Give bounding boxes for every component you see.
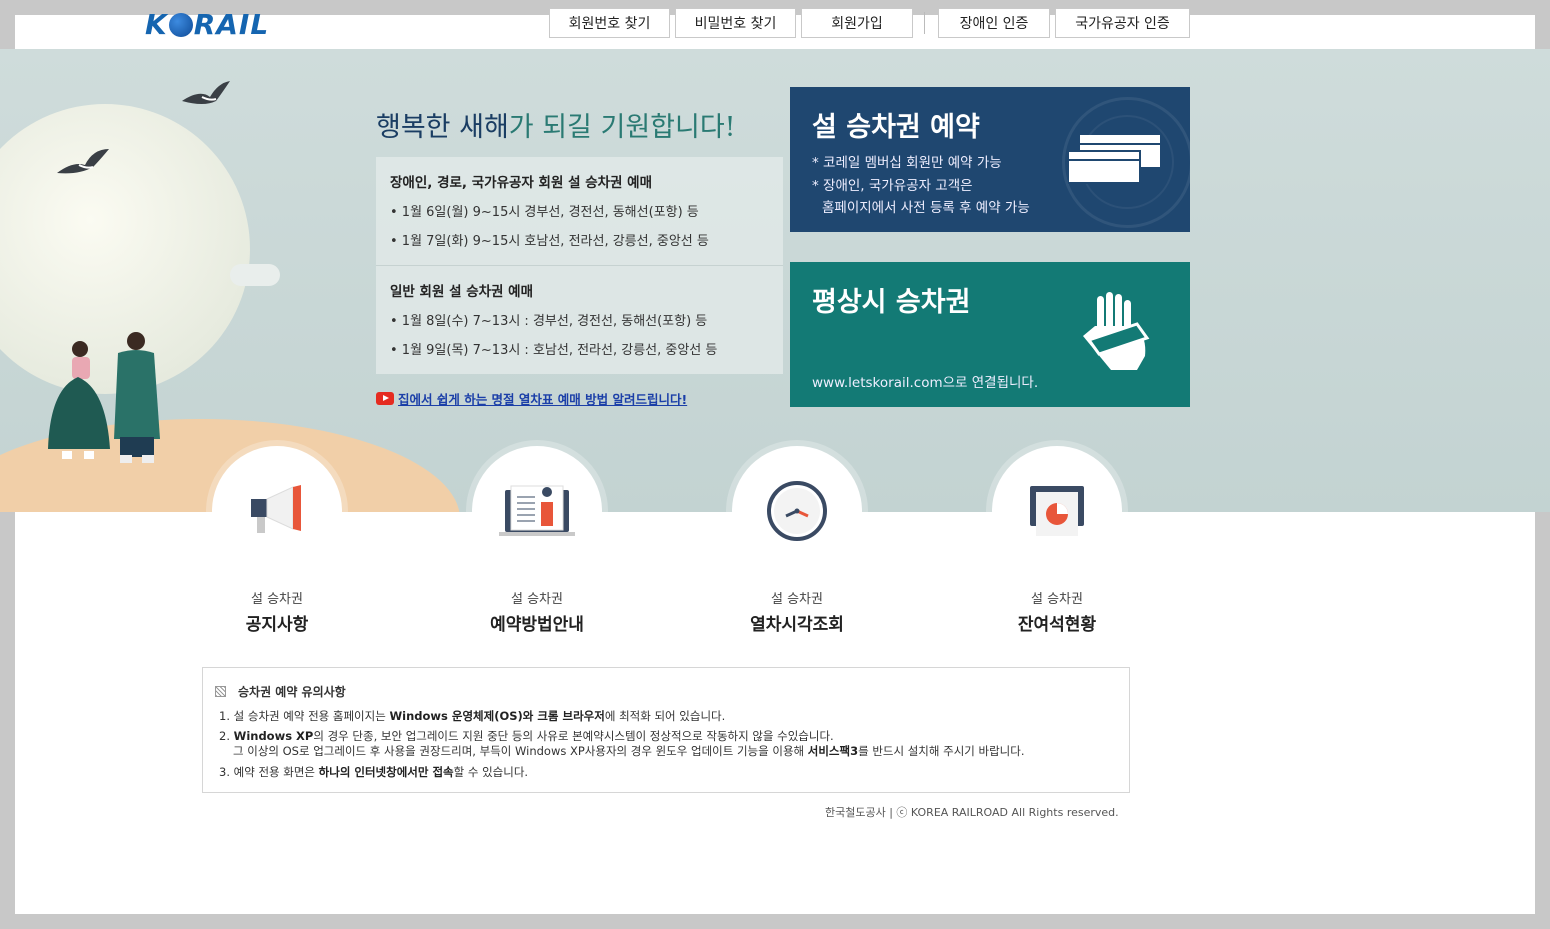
- holiday-ticket-card[interactable]: 설 승차권 예약 * 코레일 멤버십 회원만 예약 가능 * 장애인, 국가유공…: [790, 87, 1190, 232]
- notice-text: 를 반드시 설치해 주시기 바랍니다.: [858, 744, 1025, 758]
- grid-square-icon: [215, 686, 226, 697]
- notice-line-1: 1. 설 승차권 예약 전용 홈페이지는 Windows 운영체제(OS)와 크…: [219, 708, 725, 724]
- notice-line-2b: 그 이상의 OS로 업그레이드 후 사용을 권장드리며, 부득이 Windows…: [233, 743, 1025, 759]
- greeting-part1: 행복한 새해: [376, 112, 509, 143]
- clock-icon: [767, 481, 827, 541]
- regular-ticket-card[interactable]: 평상시 승차권 www.letskorail.com으로 연결됩니다.: [790, 262, 1190, 407]
- menu-booking-guide-button[interactable]: [472, 446, 602, 576]
- holiday-card-line: * 장애인, 국가유공자 고객은: [812, 178, 973, 194]
- notice-bold: Windows XP: [233, 729, 314, 743]
- schedule-section-title: 일반 회원 설 승차권 예매: [390, 284, 533, 300]
- notice-line-3: 3. 예약 전용 화면은 하나의 인터넷창에서만 접속할 수 있습니다.: [219, 764, 528, 780]
- join-button[interactable]: 회원가입: [801, 8, 913, 38]
- menu-seat-status-label[interactable]: 설 승차권 잔여석현황: [957, 588, 1157, 635]
- schedule-section-title: 장애인, 경로, 국가유공자 회원 설 승차권 예매: [390, 175, 653, 191]
- hand-ticket-icon: [1083, 292, 1150, 370]
- schedule-section-general: 일반 회원 설 승차권 예매 • 1월 8일(수) 7~13시 : 경부선, 경…: [376, 265, 783, 374]
- notice-bold: Windows 운영체제(OS)와 크롬 브라우저: [389, 709, 605, 723]
- schedule-info-box: 장애인, 경로, 국가유공자 회원 설 승차권 예매 • 1월 6일(월) 9~…: [376, 157, 783, 374]
- notice-title-text: 승차권 예약 유의사항: [238, 685, 346, 699]
- notice-bold: 서비스팩3: [807, 744, 859, 758]
- menu-timetable-label[interactable]: 설 승차권 열차시각조회: [697, 588, 897, 635]
- magpie-icon: [182, 81, 230, 104]
- menu-sub: 설 승차권: [251, 592, 303, 607]
- book-guide-icon: [499, 485, 575, 536]
- notice-text: 1. 설 승차권 예약 전용 홈페이지는: [219, 709, 390, 723]
- notice-bold: 하나의 인터넷창에서만 접속: [318, 765, 454, 779]
- menu-sub: 설 승차권: [1031, 592, 1083, 607]
- korail-logo[interactable]: K RAIL: [145, 8, 269, 41]
- woman-hanbok-illustration: [48, 341, 110, 459]
- greeting-headline: 행복한 새해가 되길 기원합니다!: [376, 105, 736, 144]
- pie-chart-monitor-icon: [1030, 486, 1084, 536]
- veteran-auth-button[interactable]: 국가유공자 인증: [1055, 8, 1190, 38]
- youtube-guide-link[interactable]: 집에서 쉽게 하는 명절 열차표 예매 방법 알려드립니다!: [376, 389, 687, 408]
- menu-timetable-button[interactable]: [732, 446, 862, 576]
- schedule-item: • 1월 6일(월) 9~15시 경부선, 경전선, 동해선(포항) 등: [390, 205, 699, 220]
- notice-line-2: 2. Windows XP의 경우 단종, 보안 업그레이드 지원 중단 등의 …: [219, 728, 834, 744]
- menu-main: 잔여석현황: [1017, 615, 1097, 635]
- holiday-card-line: * 코레일 멤버십 회원만 예약 가능: [812, 155, 1002, 171]
- megaphone-icon: [251, 485, 301, 533]
- menu-main: 공지사항: [245, 615, 309, 635]
- youtube-guide-link-text: 집에서 쉽게 하는 명절 열차표 예매 방법 알려드립니다!: [398, 392, 688, 407]
- holiday-card-line: 홈페이지에서 사전 등록 후 예약 가능: [822, 200, 1030, 216]
- schedule-item: • 1월 8일(수) 7~13시 : 경부선, 경전선, 동해선(포항) 등: [390, 314, 708, 329]
- find-member-number-button[interactable]: 회원번호 찾기: [549, 8, 670, 38]
- cloud-illustration: [230, 264, 280, 286]
- schedule-item: • 1월 7일(화) 9~15시 호남선, 전라선, 강릉선, 중앙선 등: [390, 234, 709, 249]
- header: K RAIL 회원번호 찾기 비밀번호 찾기 회원가입 장애인 인증 국가유공자 …: [0, 0, 1550, 49]
- schedule-section-priority: 장애인, 경로, 국가유공자 회원 설 승차권 예매 • 1월 6일(월) 9~…: [376, 157, 783, 265]
- schedule-item: • 1월 9일(목) 7~13시 : 호남선, 전라선, 강릉선, 중앙선 등: [390, 343, 718, 358]
- notice-text: 그 이상의 OS로 업그레이드 후 사용을 권장드리며, 부득이 Windows…: [233, 744, 808, 758]
- notice-text: 2.: [219, 729, 234, 743]
- menu-sub: 설 승차권: [771, 592, 823, 607]
- menu-main: 열차시각조회: [750, 615, 844, 635]
- header-divider: [924, 12, 925, 34]
- notice-title: 승차권 예약 유의사항: [215, 683, 346, 700]
- footer-copyright: 한국철도공사 | ⓒ KOREA RAILROAD All Rights res…: [825, 806, 1119, 819]
- menu-notice-label[interactable]: 설 승차권 공지사항: [177, 588, 377, 635]
- menu-sub: 설 승차권: [511, 592, 563, 607]
- ticket-icon: [1068, 135, 1160, 184]
- man-hanbok-illustration: [114, 332, 160, 463]
- logo-globe-icon: [168, 13, 193, 37]
- hero-banner: 행복한 새해가 되길 기원합니다! 장애인, 경로, 국가유공자 회원 설 승차…: [0, 49, 1550, 512]
- notice-text: 에 최적화 되어 있습니다.: [604, 709, 726, 723]
- disabled-auth-button[interactable]: 장애인 인증: [938, 8, 1050, 38]
- youtube-icon: [376, 392, 394, 405]
- magpie-icon-2: [57, 149, 109, 174]
- notice-text: 할 수 있습니다.: [453, 765, 529, 779]
- find-password-button[interactable]: 비밀번호 찾기: [675, 8, 796, 38]
- menu-seat-status-button[interactable]: [992, 446, 1122, 576]
- notice-text: 3. 예약 전용 화면은: [219, 765, 319, 779]
- regular-card-line: www.letskorail.com으로 연결됩니다.: [812, 375, 1039, 391]
- holiday-card-title: 설 승차권 예약: [812, 112, 980, 143]
- menu-booking-guide-label[interactable]: 설 승차권 예약방법안내: [437, 588, 637, 635]
- greeting-part2: 가 되길 기원합니다!: [508, 112, 736, 143]
- booking-notice-box: 승차권 예약 유의사항 1. 설 승차권 예약 전용 홈페이지는 Windows…: [202, 667, 1130, 793]
- menu-main: 예약방법안내: [490, 615, 584, 635]
- notice-text: 의 경우 단종, 보안 업그레이드 지원 중단 등의 사유로 본예약시스템이 정…: [313, 729, 834, 743]
- regular-card-title: 평상시 승차권: [812, 287, 971, 318]
- menu-notice-button[interactable]: [212, 446, 342, 576]
